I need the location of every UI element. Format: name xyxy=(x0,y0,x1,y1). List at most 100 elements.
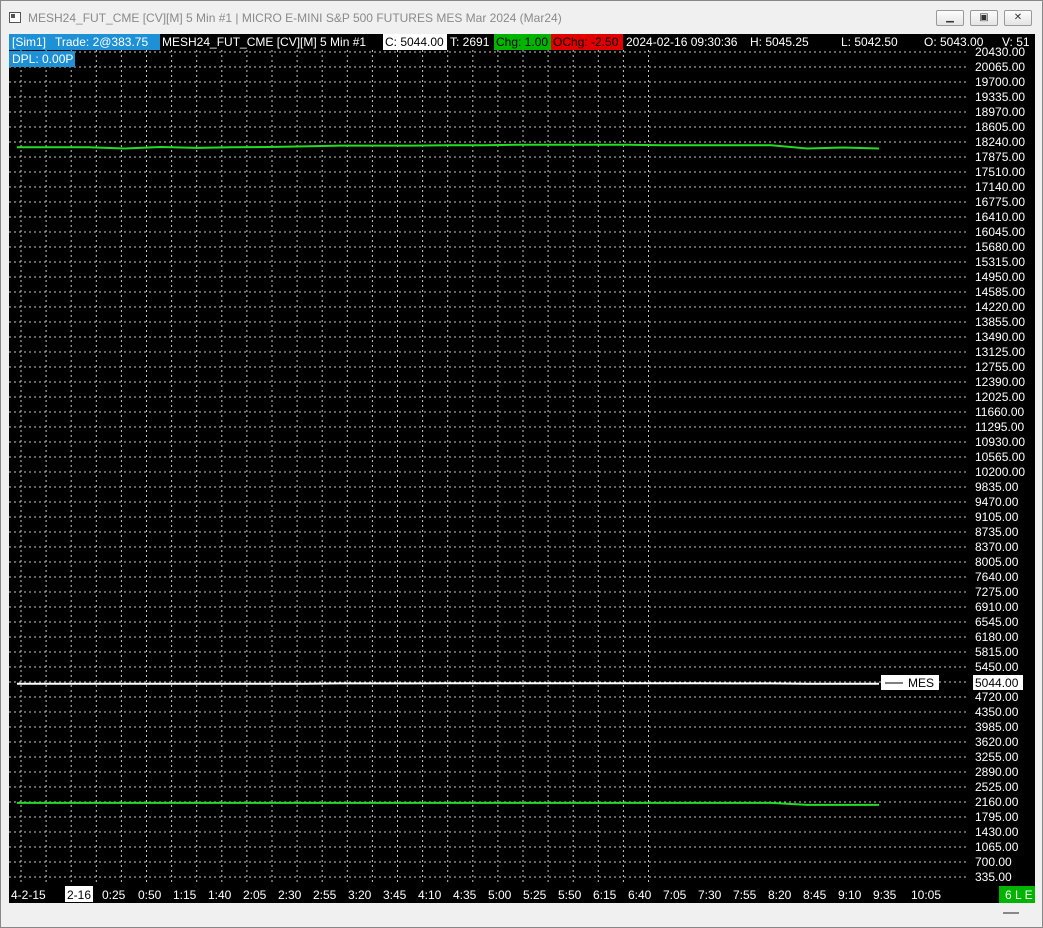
y-tick-label: 17140.00 xyxy=(975,180,1025,194)
y-tick-label: 5450.00 xyxy=(975,660,1019,674)
y-tick-label: 16775.00 xyxy=(975,195,1025,209)
chart-area[interactable]: 20430.00 20065.00 19700.00 19335.00 18970.00… xyxy=(9,34,1035,903)
x-tick-label: 1:40 xyxy=(208,888,232,902)
y-tick-label: 14950.00 xyxy=(975,270,1025,284)
low-value: L: 5042.50 xyxy=(841,35,898,49)
app-icon xyxy=(9,12,21,23)
x-tick-label: 2:05 xyxy=(243,888,267,902)
y-tick-label: 18605.00 xyxy=(975,120,1025,134)
y-tick-label: 1065.00 xyxy=(975,840,1019,854)
y-tick-label: 19700.00 xyxy=(975,75,1025,89)
y-tick-label: 12390.00 xyxy=(975,375,1025,389)
dpl-label: DPL: 0.00P xyxy=(12,52,73,66)
y-tick-label: 12755.00 xyxy=(975,360,1025,374)
y-tick-label: 8005.00 xyxy=(975,555,1019,569)
y-tick-label: 13855.00 xyxy=(975,315,1025,329)
y-tick-label: 16410.00 xyxy=(975,210,1025,224)
y-tick-label: 3620.00 xyxy=(975,735,1019,749)
y-tick-label: 20065.00 xyxy=(975,60,1025,74)
trade-label: Trade: 2@383.75 xyxy=(55,35,148,49)
close-button[interactable]: ✕ xyxy=(1004,10,1032,26)
y-tick-label: 11295.00 xyxy=(975,420,1024,434)
scroll-grip-icon[interactable] xyxy=(1003,912,1019,914)
y-tick-label: 13490.00 xyxy=(975,330,1025,344)
y-tick-label: 13125.00 xyxy=(975,345,1025,359)
x-tick-label: 5:00 xyxy=(488,888,512,902)
ochg-value: OChg: -2.50 xyxy=(553,35,619,49)
chart-grid xyxy=(9,50,969,882)
minimize-button[interactable]: ▁ xyxy=(936,10,964,26)
y-tick-label: 2525.00 xyxy=(975,780,1019,794)
y-tick-label: 6545.00 xyxy=(975,615,1019,629)
x-tick-label: 8:20 xyxy=(768,888,792,902)
y-tick-label: 9835.00 xyxy=(975,480,1019,494)
y-tick-label: 7275.00 xyxy=(975,585,1019,599)
chart-window: MESH24_FUT_CME [CV][M] 5 Min #1 | MICRO … xyxy=(0,0,1043,928)
x-tick-label: 1:15 xyxy=(173,888,197,902)
x-tick-label: 3:45 xyxy=(383,888,407,902)
chart-header: [Sim1] Trade: 2@383.75 MESH24_FUT_CME [C… xyxy=(9,34,1030,67)
y-tick-label: 5815.00 xyxy=(975,645,1019,659)
close-value: C: 5044.00 xyxy=(385,35,444,49)
maximize-button[interactable]: ▣ xyxy=(970,10,998,26)
y-tick-label: 19335.00 xyxy=(975,90,1025,104)
x-tick-label: 7:05 xyxy=(663,888,687,902)
x-tick-label: 6:40 xyxy=(628,888,652,902)
x-tick-label: 6:15 xyxy=(593,888,617,902)
x-tick-label: 9:35 xyxy=(873,888,897,902)
y-tick-label: 16045.00 xyxy=(975,225,1025,239)
symbol-label: MESH24_FUT_CME [CV][M] 5 Min #1 xyxy=(162,35,366,49)
y-axis: 20430.0020065.0019700.0019335.0018970.00… xyxy=(975,45,1025,884)
y-tick-label: 4720.00 xyxy=(975,690,1019,704)
x-tick-label: 3:20 xyxy=(348,888,372,902)
x-tick-label: 0:25 xyxy=(102,888,126,902)
y-tick-label: 17875.00 xyxy=(975,150,1025,164)
x-tick-label: 5:25 xyxy=(523,888,547,902)
x-tick-label: 8:45 xyxy=(803,888,827,902)
y-tick-label: 700.00 xyxy=(975,855,1012,869)
x-tick-label: 4:35 xyxy=(453,888,477,902)
x-tick-label: 4-2-15 xyxy=(11,888,46,902)
x-tick-label: 5:50 xyxy=(558,888,582,902)
x-tick-label: 4:10 xyxy=(418,888,442,902)
volume-value: V: 51 xyxy=(1002,35,1030,49)
x-axis: 4-2-15 2-16 0:25 0:50 1:15 1:40 2:05 2:30 2:55 3:… xyxy=(11,886,941,902)
chg-value: Chg: 1.00 xyxy=(496,35,548,49)
y-tick-label: 15315.00 xyxy=(975,255,1025,269)
y-tick-label: 6180.00 xyxy=(975,630,1019,644)
y-tick-label: 8370.00 xyxy=(975,540,1019,554)
y-tick-label: 9470.00 xyxy=(975,495,1019,509)
y-tick-label: 10930.00 xyxy=(975,435,1025,449)
y-tick-label: 1430.00 xyxy=(975,825,1019,839)
trades-count: T: 2691 xyxy=(450,35,490,49)
y-tick-label: 11660.00 xyxy=(975,405,1024,419)
y-tick-label: 18970.00 xyxy=(975,105,1025,119)
x-tick-label: 10:05 xyxy=(911,888,941,902)
price-chart[interactable]: 20430.0020065.0019700.0019335.0018970.00… xyxy=(9,34,1035,903)
y-tick-label: 2890.00 xyxy=(975,765,1019,779)
y-tick-label: 9105.00 xyxy=(975,510,1019,524)
y-tick-label: 17510.00 xyxy=(975,165,1025,179)
x-tick-label: 2-16 xyxy=(67,888,91,902)
window-title: MESH24_FUT_CME [CV][M] 5 Min #1 | MICRO … xyxy=(28,11,562,25)
status-badge[interactable]: 6 L E xyxy=(1005,888,1033,902)
y-tick-label: 10200.00 xyxy=(975,465,1025,479)
title-bar[interactable]: MESH24_FUT_CME [CV][M] 5 Min #1 | MICRO … xyxy=(1,1,1042,34)
y-tick-label: 10565.00 xyxy=(975,450,1025,464)
y-tick-label: 15680.00 xyxy=(975,240,1025,254)
y-tick-label: 3255.00 xyxy=(975,750,1019,764)
y-tick-label: 18240.00 xyxy=(975,135,1025,149)
open-value: O: 5043.00 xyxy=(924,35,984,49)
x-tick-label: 2:30 xyxy=(278,888,302,902)
y-tick-label: 1795.00 xyxy=(975,810,1019,824)
x-tick-label: 7:30 xyxy=(698,888,722,902)
bottom-strip xyxy=(9,903,1035,925)
y-tick-label: 7640.00 xyxy=(975,570,1019,584)
y-tick-label: 335.00 xyxy=(975,870,1012,884)
datetime-label: 2024-02-16 09:30:36 xyxy=(626,35,738,49)
y-tick-label: 4350.00 xyxy=(975,705,1019,719)
high-value: H: 5045.25 xyxy=(750,35,809,49)
x-tick-label: 7:55 xyxy=(733,888,757,902)
current-price-value: 5044.00 xyxy=(975,676,1019,690)
series-line-study-lower xyxy=(17,801,879,806)
